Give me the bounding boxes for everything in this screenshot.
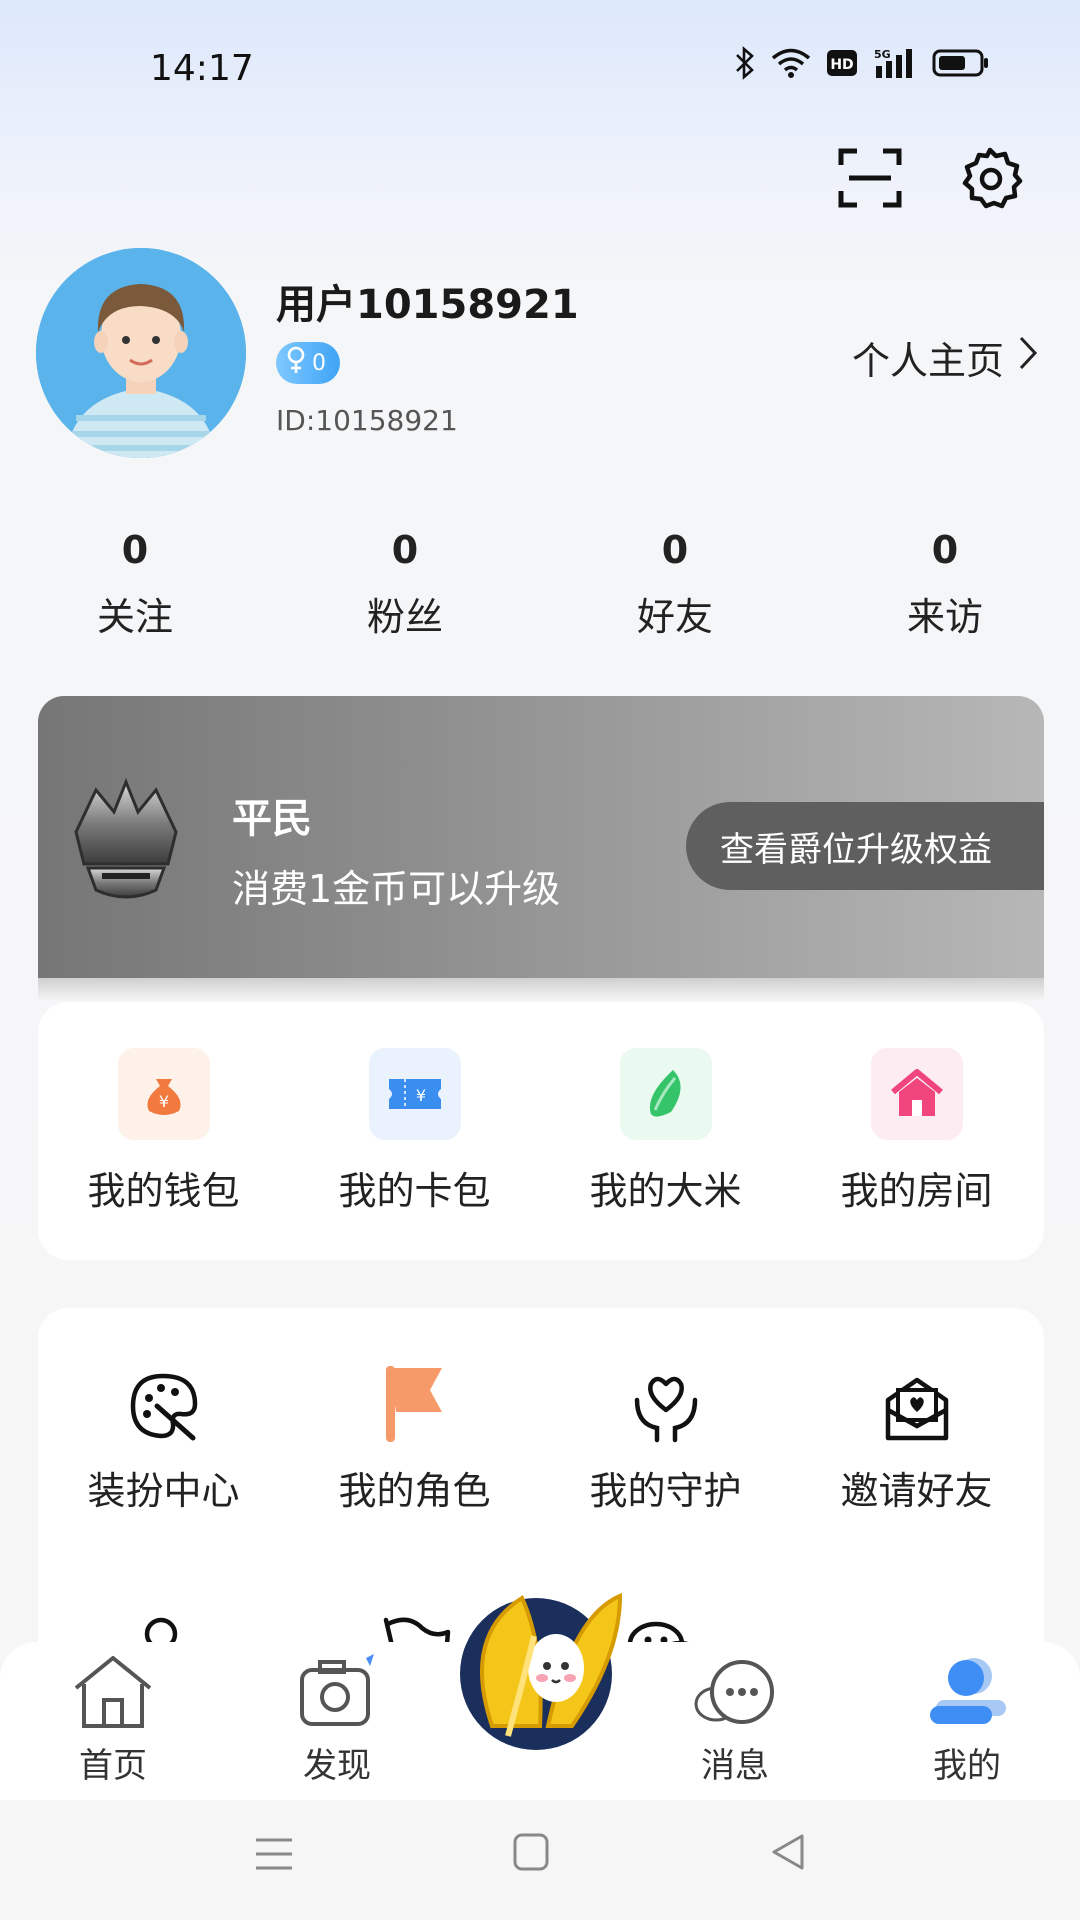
stat-friends[interactable]: 0 好友 [540,520,810,641]
card-pack-label: 我的卡包 [338,1169,491,1213]
my-role-label: 我的角色 [338,1469,491,1513]
wallet-button[interactable]: ¥ 我的钱包 [38,1002,289,1215]
nav-home[interactable]: 首页 [38,1652,188,1787]
stat-label: 来访 [906,595,983,639]
stat-value: 0 [121,528,149,572]
bluetooth-icon [734,46,756,80]
stats-row: 0 关注 0 粉丝 0 好友 0 来访 [0,520,1080,641]
stat-following[interactable]: 0 关注 [0,520,270,641]
rank-title: 平民 [232,796,312,842]
dressup-center-button[interactable]: 装扮中心 [38,1308,289,1515]
gender-count: 0 [312,350,326,376]
user-id: ID:10158921 [276,404,458,437]
home-icon [68,1656,158,1736]
scan-icon [837,145,903,215]
nav-messages[interactable]: 消息 [660,1652,810,1787]
rice-icon [619,1048,712,1140]
chat-icon [690,1660,780,1736]
nav-mine-label: 我的 [933,1746,1001,1786]
username: 用户10158921 [276,282,579,328]
envelope-icon [791,1344,1042,1444]
menu-icon[interactable] [254,1834,294,1878]
nav-home-label: 首页 [79,1746,147,1786]
rank-emblem-icon [56,772,196,912]
gender-badge: 0 [276,342,340,384]
female-icon [286,346,306,380]
stat-label: 关注 [96,595,173,639]
back-icon[interactable] [768,1832,808,1876]
nav-mine[interactable]: 我的 [892,1652,1042,1787]
ticket-icon: ¥ [368,1048,461,1140]
nav-discover-label: 发现 [303,1746,371,1786]
chevron-right-icon [1018,335,1038,380]
palette-icon [38,1344,289,1444]
homepage-link[interactable]: 个人主页 [852,330,1038,385]
nav-messages-label: 消息 [701,1746,769,1786]
svg-text:5G: 5G [874,48,891,61]
quick-items-card: ¥ 我的钱包 ¥ 我的卡包 我的大米 我的房间 [38,1002,1044,1260]
hd-icon: HD [826,49,858,77]
rank-subtitle: 消费1金币可以升级 [232,867,561,911]
camera-icon [292,1654,382,1736]
stat-value: 0 [391,528,419,572]
my-guard-label: 我的守护 [589,1469,742,1513]
wallet-label: 我的钱包 [87,1169,240,1213]
card-pack-button[interactable]: ¥ 我的卡包 [289,1002,540,1215]
stat-value: 0 [931,528,959,572]
rice-label: 我的大米 [589,1169,742,1213]
stat-label: 好友 [636,595,713,639]
heart-hands-icon [540,1344,791,1444]
rice-button[interactable]: 我的大米 [540,1002,791,1215]
svg-text:HD: HD [830,57,853,73]
dressup-center-label: 装扮中心 [87,1469,240,1513]
invite-friends-button[interactable]: 邀请好友 [791,1308,1042,1515]
nav-discover[interactable]: 发现 [262,1652,412,1787]
my-guard-button[interactable]: 我的守护 [540,1308,791,1515]
view-rank-benefits-button[interactable]: 查看爵位升级权益 [686,802,1044,890]
scan-button[interactable] [832,142,908,218]
house-icon [870,1048,963,1140]
stat-fans[interactable]: 0 粉丝 [270,520,540,641]
room-label: 我的房间 [840,1169,993,1213]
svg-text:¥: ¥ [158,1092,168,1111]
rice-mascot-icon [452,1592,632,1760]
wifi-icon [770,47,812,79]
home-square-icon[interactable] [512,1832,550,1876]
homepage-link-label: 个人主页 [851,339,1004,383]
settings-button[interactable] [952,142,1028,218]
battery-icon [932,48,990,78]
avatar[interactable] [36,248,246,458]
flag-icon [289,1344,540,1444]
stat-value: 0 [661,528,689,572]
stat-visitors[interactable]: 0 来访 [810,520,1080,641]
room-button[interactable]: 我的房间 [791,1002,1042,1215]
status-icons: HD 5G [734,46,990,80]
svg-text:¥: ¥ [415,1086,425,1105]
center-mascot-button[interactable] [452,1576,632,1756]
profile-icon [922,1658,1012,1736]
gear-icon [957,145,1023,215]
status-time: 14:17 [150,48,254,89]
wallet-icon: ¥ [117,1048,210,1140]
my-role-button[interactable]: 我的角色 [289,1308,540,1515]
signal-icon: 5G [872,46,918,80]
system-nav-bar [0,1800,1080,1920]
stat-label: 粉丝 [366,595,443,639]
invite-friends-label: 邀请好友 [840,1469,993,1513]
rank-card-shadow [38,978,1044,1000]
